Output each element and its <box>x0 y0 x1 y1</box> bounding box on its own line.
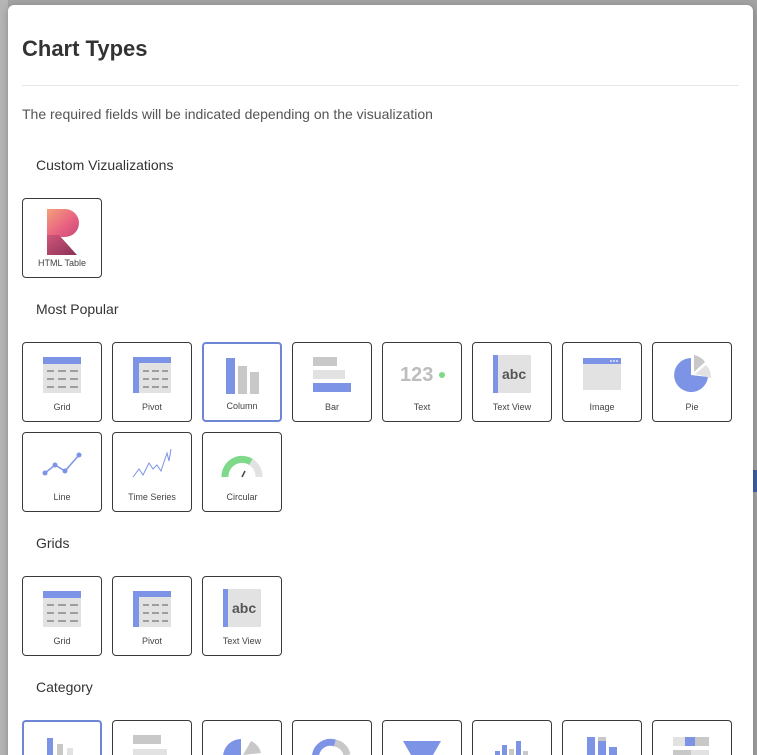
text-view-glyph: abc <box>502 366 526 382</box>
tile-text[interactable]: 123 Text <box>382 342 462 422</box>
tile-label: Text <box>413 402 431 412</box>
time-series-icon <box>132 448 172 478</box>
tile-label: Text View <box>222 636 262 646</box>
pivot-icon <box>133 357 171 393</box>
text-view-glyph: abc <box>232 600 256 616</box>
tile-label: Bar <box>324 402 339 412</box>
text-number-glyph: 123 <box>400 364 433 386</box>
tile-label: Image <box>589 402 615 412</box>
funnel-chart-icon <box>403 741 441 755</box>
tile-pie[interactable]: Pie <box>652 342 732 422</box>
column-chart-icon <box>47 738 73 755</box>
tile-category-funnel[interactable] <box>382 720 462 755</box>
pie-chart-icon <box>223 739 261 755</box>
stacked-column-icon <box>587 737 617 755</box>
bar-chart-icon <box>133 735 167 755</box>
grid-icon <box>43 591 81 627</box>
circular-gauge-icon <box>221 455 263 478</box>
bar-chart-icon <box>313 357 351 392</box>
tile-label: Line <box>53 492 71 502</box>
tile-label: Pivot <box>141 402 162 412</box>
tile-category-doughnut[interactable] <box>292 720 372 755</box>
tile-category-column[interactable] <box>22 720 102 755</box>
tile-label: Time Series <box>128 492 176 502</box>
tile-category-clustered-column[interactable] <box>472 720 552 755</box>
tile-pivot[interactable]: Pivot <box>112 576 192 656</box>
text-number-icon: 123 <box>400 364 445 386</box>
tile-label: Column <box>226 401 258 411</box>
tile-pivot[interactable]: Pivot <box>112 342 192 422</box>
tile-text-view[interactable]: abc Text View <box>202 576 282 656</box>
tile-label: Pie <box>685 402 699 412</box>
tile-label: Circular <box>226 492 258 502</box>
tile-image[interactable]: Image <box>562 342 642 422</box>
tile-grid[interactable]: Grid <box>22 576 102 656</box>
tile-label: Grid <box>53 402 71 412</box>
tile-text-view[interactable]: abc Text View <box>472 342 552 422</box>
tile-category-pie[interactable] <box>202 720 282 755</box>
tile-label: Text View <box>492 402 532 412</box>
pie-chart-icon <box>674 355 712 392</box>
tile-category-stacked-bar[interactable] <box>652 720 732 755</box>
tile-category-stacked-column[interactable] <box>562 720 642 755</box>
line-chart-icon <box>42 452 82 476</box>
text-view-icon: abc <box>223 589 261 627</box>
clustered-column-icon <box>495 741 528 755</box>
tile-bar[interactable]: Bar <box>292 342 372 422</box>
text-view-icon: abc <box>493 355 531 393</box>
tile-grid[interactable]: Grid <box>22 342 102 422</box>
tile-html-table[interactable]: HTML Table <box>22 198 102 278</box>
chart-types-dialog: Chart Types The required fields will be … <box>8 5 753 755</box>
background-strip <box>0 0 8 755</box>
column-chart-icon <box>226 358 259 394</box>
tile-circular[interactable]: Circular <box>202 432 282 512</box>
tile-label: HTML Table <box>37 258 87 268</box>
tile-label: Pivot <box>141 636 162 646</box>
section-title-custom: Custom Vizualizations <box>36 157 174 173</box>
section-title-category: Category <box>36 679 93 695</box>
section-title-most-popular: Most Popular <box>36 301 119 317</box>
image-icon <box>583 358 621 390</box>
tile-line[interactable]: Line <box>22 432 102 512</box>
section-title-grids: Grids <box>36 535 70 551</box>
html-table-logo-icon <box>47 209 79 255</box>
tile-category-bar[interactable] <box>112 720 192 755</box>
grid-icon <box>43 357 81 393</box>
dialog-subtitle: The required fields will be indicated de… <box>22 106 433 122</box>
title-divider <box>22 85 739 86</box>
doughnut-chart-icon <box>312 738 351 755</box>
pivot-icon <box>133 591 171 627</box>
stacked-bar-icon <box>673 737 709 755</box>
tile-label: Grid <box>53 636 71 646</box>
dialog-title: Chart Types <box>22 36 148 61</box>
tile-time-series[interactable]: Time Series <box>112 432 192 512</box>
tile-column[interactable]: Column <box>202 342 282 422</box>
dialog-pointer <box>8 155 18 179</box>
